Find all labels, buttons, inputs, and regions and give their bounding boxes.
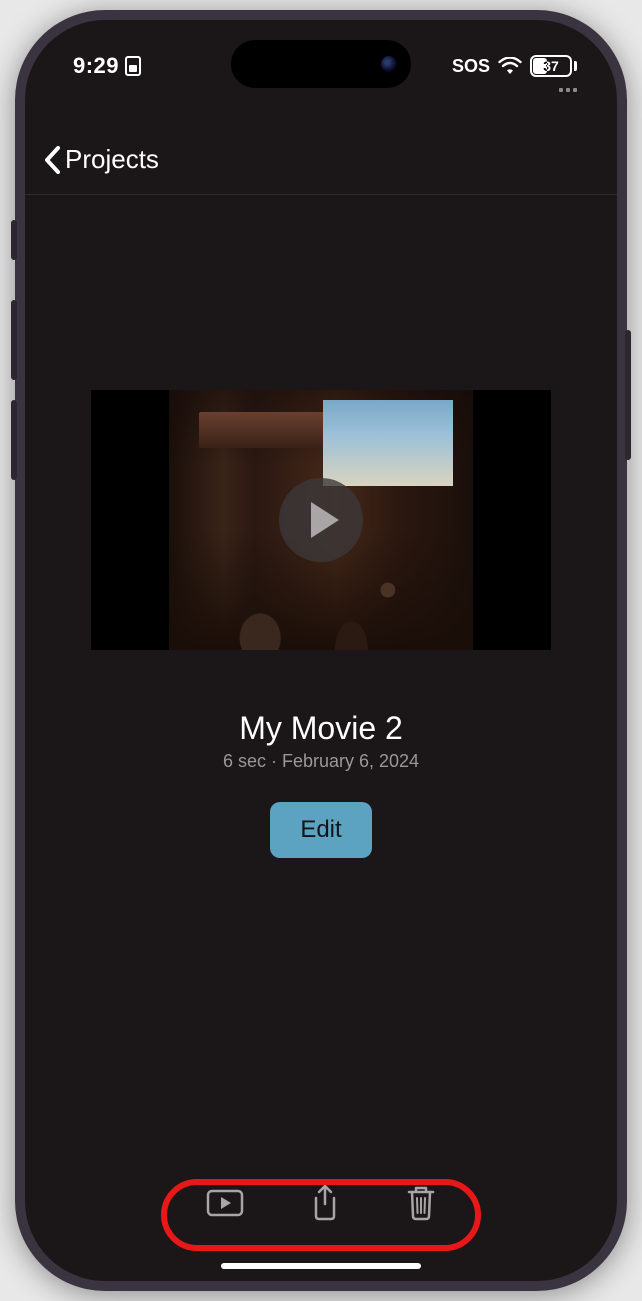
status-time: 9:29 xyxy=(73,53,119,79)
screen: 9:29 SOS 37 xyxy=(25,20,617,1281)
volume-up-button xyxy=(11,300,17,380)
dynamic-island xyxy=(231,40,411,88)
play-video-icon xyxy=(206,1187,244,1219)
sos-label: SOS xyxy=(452,56,490,77)
edit-button[interactable]: Edit xyxy=(270,802,371,858)
video-thumbnail[interactable] xyxy=(91,390,551,650)
home-indicator[interactable] xyxy=(221,1263,421,1269)
back-button[interactable]: Projects xyxy=(43,144,159,175)
share-icon xyxy=(310,1184,340,1222)
control-dots-icon xyxy=(559,88,577,92)
chevron-left-icon xyxy=(43,145,63,175)
play-overlay-icon xyxy=(279,478,363,562)
bottom-toolbar xyxy=(172,1170,470,1239)
project-meta: 6 sec · February 6, 2024 xyxy=(223,751,419,772)
nav-bar: Projects xyxy=(25,125,617,195)
share-button[interactable] xyxy=(306,1180,344,1229)
back-label: Projects xyxy=(65,144,159,175)
volume-down-button xyxy=(11,400,17,480)
play-button[interactable] xyxy=(202,1183,248,1226)
delete-button[interactable] xyxy=(402,1181,440,1228)
trash-icon xyxy=(406,1185,436,1221)
project-detail: My Movie 2 6 sec · February 6, 2024 Edit xyxy=(25,195,617,1161)
battery-level: 37 xyxy=(543,58,559,74)
front-camera xyxy=(381,56,397,72)
wifi-icon xyxy=(498,57,522,75)
sim-icon xyxy=(125,56,141,76)
power-button xyxy=(625,330,631,460)
project-title: My Movie 2 xyxy=(239,710,403,747)
battery-indicator: 37 xyxy=(530,55,577,77)
phone-frame: 9:29 SOS 37 xyxy=(15,10,627,1291)
silent-switch xyxy=(11,220,17,260)
